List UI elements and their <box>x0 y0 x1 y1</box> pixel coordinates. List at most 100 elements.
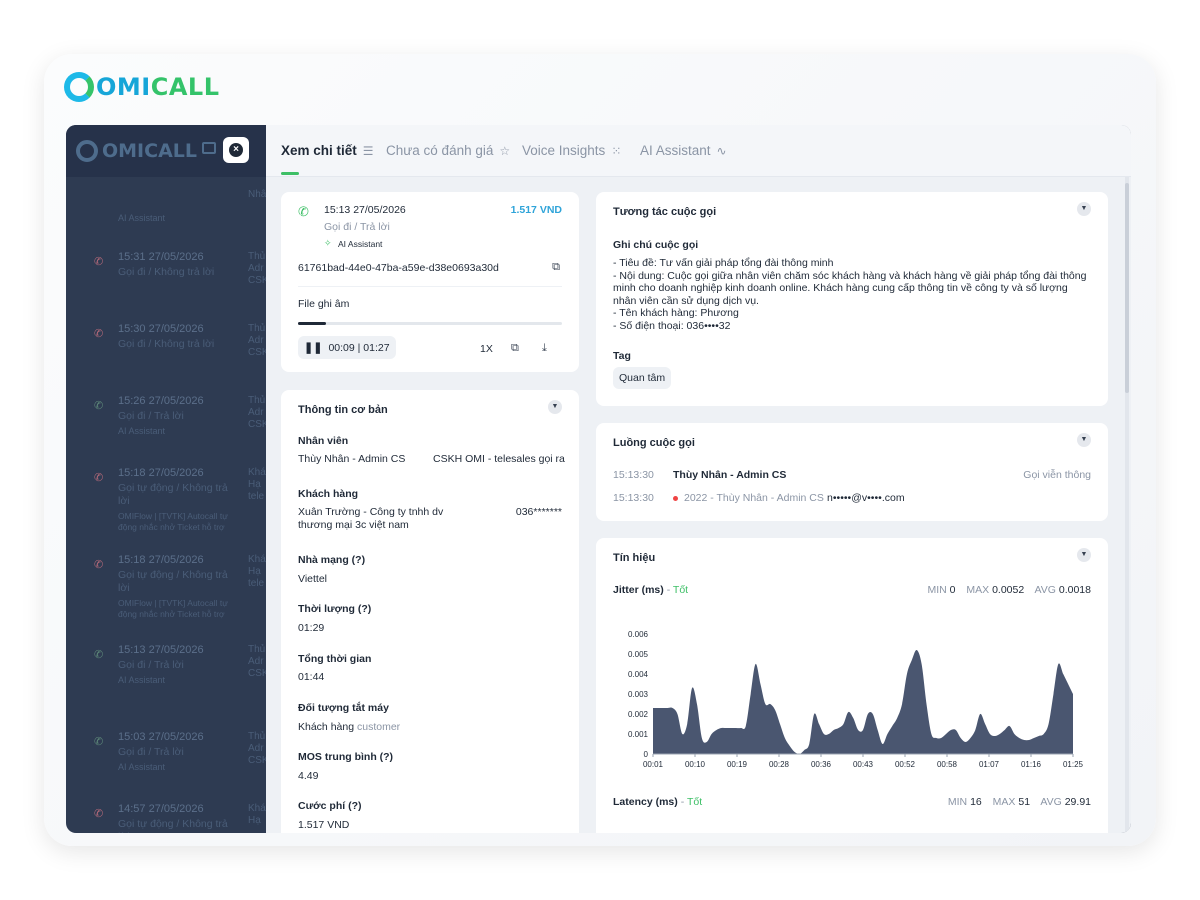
chevron-down-icon[interactable]: ▼ <box>1077 548 1091 562</box>
duration-value: 01:29 <box>298 622 325 634</box>
call-id: 61761bad-44e0-47ba-a59e-d38e0693a30d <box>298 262 499 274</box>
outgoing-call-icon: ✆ <box>94 736 104 748</box>
ai-assistant-badge: AI Assistant <box>338 239 383 249</box>
tab-details-label: Xem chi tiết <box>281 143 357 158</box>
chevron-down-icon[interactable]: ▼ <box>548 400 562 414</box>
flow-detail: 2022 - Thùy Nhân - Admin CS <box>684 492 824 504</box>
list-item-time: 15:18 27/05/2026 <box>118 554 204 566</box>
playback-control: ❚❚ 00:09 | 01:27 <box>298 336 396 359</box>
tab-voice-insights-label: Voice Insights <box>522 143 606 158</box>
call-detail-panel: Xem chi tiết ☰ Chưa có đánh giá ☆ Voice … <box>266 125 1131 833</box>
call-price: 1.517 VND <box>510 204 562 216</box>
hangup-value-sub: customer <box>356 721 401 733</box>
jitter-avg: 0.0018 <box>1058 584 1091 596</box>
omicall-logo: OMICALL <box>64 72 220 102</box>
list-item-flow: OMIFlow | [TVTK] Autocall tự động nhắc n… <box>118 598 228 619</box>
document-icon: ☰ <box>362 143 374 158</box>
divider <box>298 286 562 287</box>
y-tick-label: 0.001 <box>628 730 649 739</box>
customer-phone: 036******* <box>515 506 562 518</box>
note-line: minh cho doanh nghiệp kinh doanh online.… <box>613 282 1068 294</box>
copy-link-icon[interactable]: ⧉ <box>511 342 519 355</box>
grid-icon: ⁙ <box>611 143 622 158</box>
latency-header: Latency (ms) - Tốt <box>613 796 702 808</box>
list-item-col2: Khá Hạ tele <box>248 467 266 502</box>
list-item-status: Gọi tự động / Không trả lời <box>118 569 228 594</box>
jitter-max: 0.0052 <box>992 584 1025 596</box>
list-item-time: 15:13 27/05/2026 <box>118 644 204 656</box>
x-tick-label: 00:52 <box>895 760 916 769</box>
tab-details[interactable]: Xem chi tiết ☰ <box>281 143 374 158</box>
call-notes: - Tiêu đề: Tư vấn giải pháp tổng đài thô… <box>613 257 1093 332</box>
carrier-value: Viettel <box>298 573 327 585</box>
missed-call-icon: ✆ <box>94 256 104 268</box>
y-tick-label: 0.004 <box>628 670 649 679</box>
tab-voice-insights[interactable]: Voice Insights ⁙ <box>522 143 621 158</box>
basic-info-title: Thông tin cơ bản <box>298 404 388 416</box>
tag-label: Tag <box>613 350 631 362</box>
inbox-icon <box>202 142 216 154</box>
audio-progress-fill <box>298 322 327 325</box>
list-item-time: 15:18 27/05/2026 <box>118 467 204 479</box>
jitter-area-series <box>653 649 1073 754</box>
notes-label: Ghi chú cuộc gọi <box>613 239 699 251</box>
latency-max-label: MAX <box>992 796 1016 808</box>
logo-part-call: CALL <box>150 73 220 101</box>
hangup-value: Khách hàng customer <box>298 721 400 733</box>
call-direction: Gọi đi / Trả lời <box>324 221 390 233</box>
y-tick-label: 0.006 <box>628 630 649 639</box>
latency-label: Latency (ms) <box>613 796 678 808</box>
list-item-status: Gọi đi / Trả lời <box>118 410 184 422</box>
tag-chip[interactable]: Quan tâm <box>613 367 672 389</box>
pause-icon[interactable]: ❚❚ <box>304 341 322 354</box>
x-tick-label: 00:01 <box>643 760 664 769</box>
flow-title: Luồng cuộc gọi <box>613 437 695 449</box>
tab-ai-assistant-label: AI Assistant <box>640 143 711 158</box>
close-button[interactable]: × <box>223 137 249 163</box>
latency-min-label: MIN <box>947 796 968 808</box>
signal-card: Tín hiệu ▼ Jitter (ms) - Tốt MIN 0 MAX 0… <box>596 538 1108 833</box>
missed-call-icon: ✆ <box>94 472 104 484</box>
list-item-time: 15:03 27/05/2026 <box>118 731 204 743</box>
note-line: - Tiêu đề: Tư vấn giải pháp tổng đài thô… <box>613 257 834 269</box>
basic-info-card: Thông tin cơ bản ▼ Nhân viên Thùy Nhân -… <box>281 390 579 833</box>
tab-rating[interactable]: Chưa có đánh giá ☆ <box>386 143 510 158</box>
scrollbar-thumb[interactable] <box>1125 183 1129 393</box>
fee-label: Cước phí (?) <box>298 800 362 812</box>
chevron-down-icon[interactable]: ▼ <box>1077 202 1091 216</box>
active-tab-indicator <box>281 172 299 175</box>
jitter-avg-label: AVG <box>1034 584 1056 596</box>
latency-avg: 29.91 <box>1064 796 1091 808</box>
status-dot <box>673 496 678 501</box>
jitter-quality: Tốt <box>672 584 689 596</box>
y-tick-label: 0.003 <box>628 690 649 699</box>
copy-icon[interactable]: ⧉ <box>552 261 560 274</box>
mos-value: 4.49 <box>298 770 319 782</box>
background-logo-text: OMICALL <box>102 140 197 162</box>
x-tick-label: 01:16 <box>1021 760 1042 769</box>
x-tick-label: 00:19 <box>727 760 748 769</box>
x-tick-label: 01:25 <box>1063 760 1084 769</box>
missed-call-icon: ✆ <box>94 808 104 820</box>
x-tick-label: 00:36 <box>811 760 832 769</box>
carrier-label: Nhà mạng (?) <box>298 554 366 566</box>
jitter-max-label: MAX <box>966 584 990 596</box>
tab-ai-assistant[interactable]: AI Assistant ∿ <box>640 143 727 158</box>
list-item-ai: AI Assistant <box>118 426 166 436</box>
flow-channel: Gọi viễn thông <box>1023 469 1091 481</box>
jitter-header: Jitter (ms) - Tốt <box>613 584 688 596</box>
list-item-ai: AI Assistant <box>118 675 166 685</box>
download-icon[interactable]: ⤓ <box>542 342 547 355</box>
y-tick-label: 0 <box>644 750 649 759</box>
list-item-status: Gọi đi / Trả lời <box>118 659 184 671</box>
list-item-time: 14:57 27/05/2026 <box>118 803 204 815</box>
chevron-down-icon[interactable]: ▼ <box>1077 433 1091 447</box>
jitter-min: 0 <box>949 584 956 596</box>
note-line: - Nội dung: Cuộc gọi giữa nhân viên chăm… <box>613 269 1087 282</box>
audio-progress-track[interactable] <box>298 322 562 325</box>
x-tick-label: 01:07 <box>979 760 1000 769</box>
logo-part-omi: OMI <box>96 73 151 101</box>
playback-speed-button[interactable]: 1X <box>480 343 493 355</box>
signal-title: Tín hiệu <box>613 552 656 564</box>
list-item-time: 15:26 27/05/2026 <box>118 395 204 407</box>
